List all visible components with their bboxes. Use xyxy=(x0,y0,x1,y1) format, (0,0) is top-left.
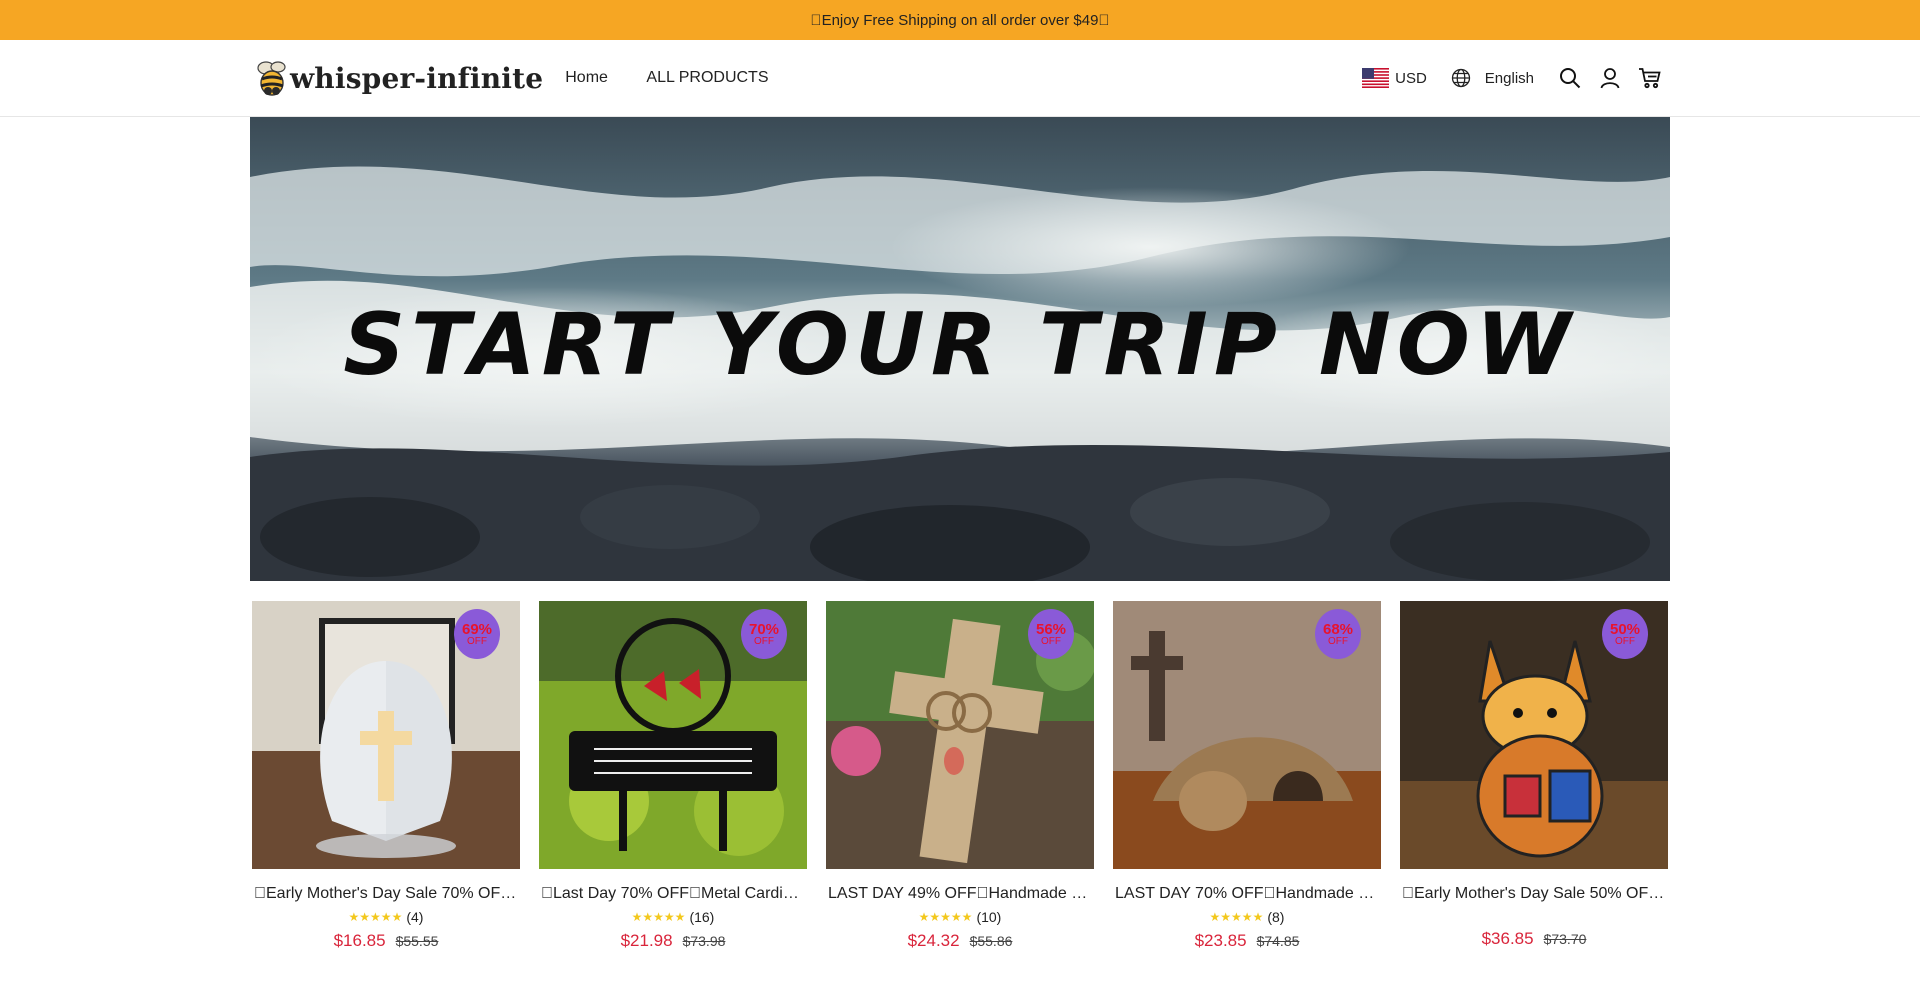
announcement-text:  Enjoy Free Shipping on all order over $… xyxy=(810,11,1110,29)
discount-badge: 68% OFF xyxy=(1315,609,1361,659)
sale-price: $24.32 xyxy=(907,931,960,950)
hero-banner[interactable]: START YOUR TRIP NOW xyxy=(250,117,1670,581)
discount-badge: 69% OFF xyxy=(454,609,500,659)
review-count: (10) xyxy=(976,909,1002,925)
product-prices: $36.85 $73.70 xyxy=(1400,929,1668,949)
product-rating: ★★★★★ (8) xyxy=(1113,909,1381,925)
us-flag-icon xyxy=(1362,68,1390,88)
product-card[interactable]: 70% OFF  Last Day 70% OFF Metal Cardinal… xyxy=(539,601,807,951)
discount-off-label: OFF xyxy=(1041,635,1061,647)
product-rating: ★★★★★ (16) xyxy=(539,909,807,925)
logo[interactable]: whisper-infinite xyxy=(254,58,543,98)
discount-badge: 50% OFF xyxy=(1602,609,1648,659)
discount-off-label: OFF xyxy=(467,635,487,647)
discount-percent: 70% xyxy=(748,620,780,638)
header-right: USD English xyxy=(1362,58,1670,98)
review-count: (8) xyxy=(1267,909,1285,925)
star-rating-icon: ★★★★★ xyxy=(918,910,973,924)
product-prices: $16.85 $55.55 xyxy=(252,931,520,951)
product-title[interactable]:  Early Mother's Day Sale 50% OFF  Staine… xyxy=(1400,885,1668,903)
product-title[interactable]:  Early Mother's Day Sale 70% OFF Angel W… xyxy=(252,885,520,903)
language-selector[interactable]: English xyxy=(1451,68,1534,88)
discount-off-label: OFF xyxy=(754,635,774,647)
product-title[interactable]:  Last Day 70% OFF Metal Cardinal Memoria… xyxy=(539,885,807,903)
logo-text: whisper-infinite xyxy=(290,61,544,95)
product-image[interactable]: 68% OFF xyxy=(1113,601,1381,869)
discount-percent: 50% xyxy=(1609,620,1641,638)
sale-price: $21.98 xyxy=(620,931,673,950)
nav-all-products[interactable]: ALL PRODUCTS xyxy=(646,69,768,86)
language-label: English xyxy=(1484,69,1534,87)
product-image[interactable]: 70% OFF xyxy=(539,601,807,869)
discount-off-label: OFF xyxy=(1615,635,1635,647)
currency-selector[interactable]: USD xyxy=(1362,68,1427,88)
cart-icon xyxy=(1639,68,1661,89)
discount-percent: 56% xyxy=(1035,620,1067,638)
discount-percent: 69% xyxy=(461,620,493,638)
compare-price: $74.85 xyxy=(1256,933,1300,949)
product-card[interactable]: 68% OFF LAST DAY 70% OFF Handmade Empty … xyxy=(1113,601,1381,951)
search-icon xyxy=(1560,68,1581,89)
announcement-bar:  Enjoy Free Shipping on all order over $… xyxy=(0,0,1920,40)
compare-price: $55.86 xyxy=(969,933,1013,949)
discount-badge: 70% OFF xyxy=(741,609,787,659)
review-count: (16) xyxy=(689,909,715,925)
discount-badge: 56% OFF xyxy=(1028,609,1074,659)
hero-title: START YOUR TRIP NOW xyxy=(343,295,1577,395)
site-header: whisper-infinite Home ALL PRODUCTS USD E… xyxy=(0,40,1920,117)
main-nav: Home ALL PRODUCTS xyxy=(565,69,802,87)
product-image[interactable]: 69% OFF xyxy=(252,601,520,869)
star-rating-icon: ★★★★★ xyxy=(631,910,686,924)
product-title[interactable]: LAST DAY 49% OFF Handmade Carved Wooden.… xyxy=(826,885,1094,903)
search-button[interactable] xyxy=(1550,58,1590,98)
product-title[interactable]: LAST DAY 70% OFF Handmade Empty Tomb... xyxy=(1113,885,1381,903)
product-grid: 69% OFF  Early Mother's Day Sale 70% OFF… xyxy=(252,601,1668,951)
sale-price: $23.85 xyxy=(1194,931,1247,950)
product-prices: $23.85 $74.85 xyxy=(1113,931,1381,951)
header-left: whisper-infinite Home ALL PRODUCTS xyxy=(254,58,803,98)
product-rating: ★★★★★ (4) xyxy=(252,909,520,925)
nav-home[interactable]: Home xyxy=(565,69,608,86)
product-image[interactable]: 50% OFF xyxy=(1400,601,1668,869)
product-prices: $21.98 $73.98 xyxy=(539,931,807,951)
bee-logo-icon xyxy=(257,61,286,96)
compare-price: $73.70 xyxy=(1543,931,1587,947)
compare-price: $73.98 xyxy=(682,933,726,949)
discount-off-label: OFF xyxy=(1328,635,1348,647)
review-count: (4) xyxy=(406,909,424,925)
star-rating-icon: ★★★★★ xyxy=(1209,910,1264,924)
sale-price: $36.85 xyxy=(1481,929,1534,948)
product-rating: ★★★★★ (10) xyxy=(826,909,1094,925)
discount-percent: 68% xyxy=(1322,620,1354,638)
product-prices: $24.32 $55.86 xyxy=(826,931,1094,951)
product-card[interactable]: 56% OFF LAST DAY 49% OFF Handmade Carved… xyxy=(826,601,1094,951)
account-button[interactable] xyxy=(1590,58,1630,98)
sale-price: $16.85 xyxy=(333,931,386,950)
cart-button[interactable] xyxy=(1630,58,1670,98)
globe-icon xyxy=(1451,68,1470,88)
user-icon xyxy=(1600,68,1620,89)
star-rating-icon: ★★★★★ xyxy=(348,910,403,924)
currency-label: USD xyxy=(1395,69,1427,87)
product-image[interactable]: 56% OFF xyxy=(826,601,1094,869)
product-card[interactable]: 69% OFF  Early Mother's Day Sale 70% OFF… xyxy=(252,601,520,951)
compare-price: $55.55 xyxy=(395,933,439,949)
product-card[interactable]: 50% OFF  Early Mother's Day Sale 50% OFF… xyxy=(1400,601,1668,951)
